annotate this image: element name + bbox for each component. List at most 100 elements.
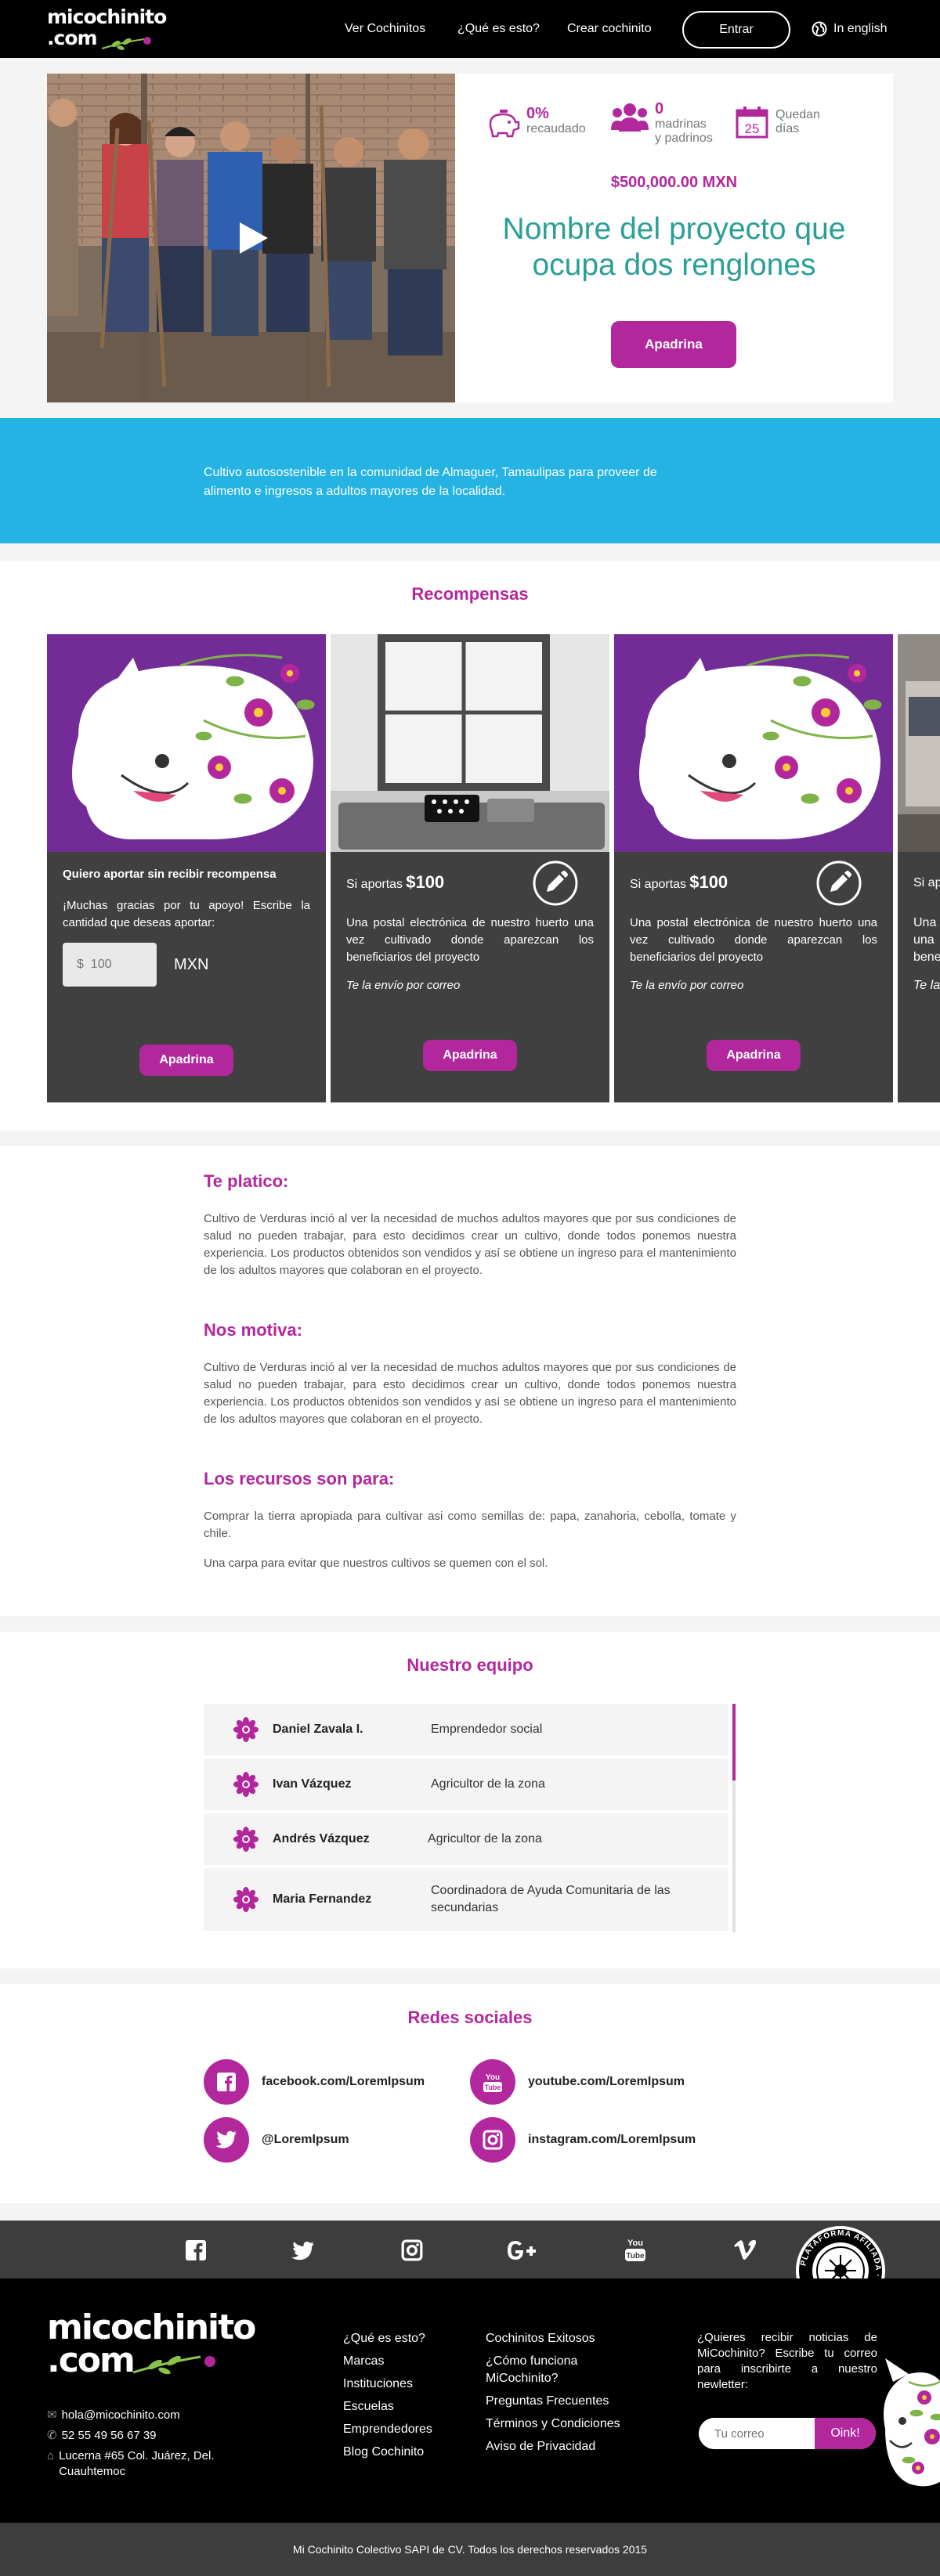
nav-link-label[interactable]: ¿Qué es esto?	[457, 22, 540, 36]
raised-label: recaudado	[526, 122, 586, 135]
vimeo-icon[interactable]	[733, 2239, 757, 2261]
team-member-name: Ivan Vázquez	[273, 1777, 352, 1791]
footer-links-col2: Cochinitos Exitosos ¿Cómo funciona MiCoc…	[486, 2327, 642, 2458]
instagram-link[interactable]: instagram.com/LoremIpsum	[470, 2117, 696, 2163]
google-plus-icon[interactable]	[506, 2239, 540, 2261]
twitter-icon[interactable]	[291, 2241, 315, 2261]
nav-link-label[interactable]: Ver Cochinitos	[345, 22, 425, 36]
reward-sponsor-button[interactable]: Apadrina	[423, 1040, 517, 1071]
nav-ver-cochinitos[interactable]: Ver Cochinitos	[345, 0, 425, 58]
location-pin-icon: ⌂	[47, 2449, 55, 2462]
reward-sponsor-button[interactable]: Apadrina	[139, 1044, 233, 1076]
footer-link[interactable]: Términos y Condiciones	[486, 2417, 620, 2430]
svg-text:You: You	[627, 2239, 643, 2248]
project-name-line1: Nombre del proyecto que	[502, 212, 846, 246]
mail-icon: ✉	[47, 2408, 57, 2422]
footer-link[interactable]: Marcas	[343, 2354, 384, 2368]
reward-sponsor-button[interactable]: Apadrina	[707, 1040, 801, 1071]
reward-card-text: bene	[913, 951, 940, 964]
copyright-bar: Mi Cochinito Colectivo SAPI de CV. Todos…	[0, 2523, 940, 2576]
language-switch[interactable]: In english	[812, 0, 888, 58]
project-video-thumbnail[interactable]	[47, 74, 455, 402]
days-left-value: 25	[745, 121, 760, 136]
reward-delivery: Te la envío por correo	[630, 979, 744, 992]
facebook-icon[interactable]	[185, 2239, 207, 2261]
rewards-title: Recompensas	[411, 584, 529, 604]
reward-delivery: Te la	[913, 979, 940, 992]
stat-days-left: 25 Quedan días	[735, 105, 820, 139]
top-navbar: micochinito .com Ver Cochinitos ¿Qué es …	[0, 0, 940, 58]
newsletter-email-input[interactable]	[699, 2418, 816, 2449]
twitter-link[interactable]: @LoremIpsum	[204, 2117, 349, 2163]
amount-input[interactable]	[63, 943, 157, 987]
footer-link[interactable]: Emprendedores	[343, 2423, 432, 2436]
reward-amount-label: Si aportas	[630, 877, 687, 891]
footer-link[interactable]: Preguntas Frecuentes	[486, 2394, 609, 2408]
reward-amount: $100	[406, 871, 445, 892]
project-summary-band: Cultivo autosostenible en la comunidad d…	[0, 418, 940, 543]
hero-sponsor-button[interactable]: Apadrina	[611, 321, 736, 368]
nav-que-es-esto[interactable]: ¿Qué es esto?	[457, 0, 540, 58]
newsletter-form: Oink!	[699, 2418, 876, 2449]
footer: micochinito .com ✉ hola@micochinito.com ✆…	[0, 2278, 940, 2523]
reward-card-text: ¡Muchas gracias por tu apoyo! Escribe la…	[63, 899, 310, 929]
reward-card-partial[interactable]: Si ap Una una bene Te la	[898, 634, 940, 1102]
footer-link[interactable]: Escuelas	[343, 2400, 394, 2413]
newsletter-text: ¿Quieres recibir noticias de MiCochinito…	[697, 2331, 877, 2391]
reward-card-text: Una postal electrónica de nuestro huerto…	[630, 916, 877, 964]
reward-delivery: Te la envío por correo	[346, 979, 461, 992]
footer-phone: ✆ 52 55 49 56 67 39	[47, 2426, 266, 2446]
footer-email[interactable]: ✉ hola@micochinito.com	[47, 2405, 266, 2426]
reward-card-text: Una postal electrónica de nuestro huerto…	[346, 916, 594, 964]
footer-link[interactable]: Instituciones	[343, 2377, 413, 2390]
svg-text:Tube: Tube	[626, 2252, 645, 2260]
footer-link[interactable]: ¿Cómo funciona MiCochinito?	[486, 2354, 577, 2385]
nav-crear-cochinito[interactable]: Crear cochinito	[567, 0, 652, 58]
nav-link-label[interactable]: Crear cochinito	[567, 22, 652, 36]
team-scrollbar[interactable]	[732, 1704, 736, 1780]
site-logo[interactable]: micochinito .com	[47, 6, 167, 50]
footer-link[interactable]: Blog Cochinito	[343, 2445, 424, 2459]
sponsors-label-2: y padrinos	[655, 132, 713, 145]
edit-pencil-icon[interactable]	[533, 860, 578, 906]
edit-pencil-icon[interactable]	[816, 860, 862, 906]
summary-line2: alimento e ingresos a adultos mayores de…	[204, 485, 506, 498]
reward-card-text: Una	[913, 916, 937, 929]
svg-text:Tube: Tube	[485, 2084, 501, 2091]
pig-illustration	[614, 634, 893, 852]
globe-icon	[812, 21, 827, 37]
team-member-role: Agricultor de la zona	[428, 1832, 542, 1845]
footer-logo[interactable]: micochinito .com	[47, 2307, 256, 2378]
project-name-line2: ocupa dos renglones	[532, 248, 816, 282]
raised-percent: 0%	[526, 105, 549, 122]
group-icon	[611, 103, 649, 132]
twitter-label: @LoremIpsum	[262, 2133, 349, 2146]
language-label: In english	[833, 22, 888, 35]
logo-sprout-icon	[132, 2355, 215, 2375]
logo-sprout-icon	[101, 37, 151, 50]
project-hero-card: 0% recaudado 0 madrinas y padrinos 25 Qu…	[47, 74, 893, 402]
summary-line1: Cultivo autosostenible en la comunidad d…	[204, 466, 657, 479]
pig-mascot-illustration	[884, 2358, 940, 2487]
youtube-icon[interactable]: You Tube	[624, 2236, 647, 2263]
truck-photo	[898, 634, 940, 852]
flower-icon	[233, 1772, 258, 1797]
youtube-link[interactable]: You Tube youtube.com/LoremIpsum	[470, 2059, 685, 2105]
instagram-icon	[470, 2117, 515, 2163]
login-button[interactable]: Entrar	[682, 11, 790, 49]
footer-link[interactable]: ¿Qué es esto?	[343, 2332, 425, 2345]
team-member-role: Emprendedor social	[431, 1723, 543, 1736]
footer-link[interactable]: Cochinitos Exitosos	[486, 2332, 595, 2345]
project-name: Nombre del proyecto que ocupa dos renglo…	[455, 211, 893, 283]
footer-link[interactable]: Aviso de Privacidad	[486, 2440, 595, 2453]
reward-amount: $100	[689, 871, 728, 892]
sponsors-label-1: madrinas	[655, 117, 707, 131]
instagram-icon[interactable]	[401, 2239, 423, 2261]
facebook-link[interactable]: facebook.com/LoremIpsum	[204, 2059, 425, 2105]
flower-icon	[233, 1827, 258, 1852]
play-icon[interactable]	[233, 219, 271, 257]
footer-address: ⌂ Lucerna #65 Col. Juárez, Del. Cuauhtemo…	[47, 2446, 266, 2480]
youtube-icon: You Tube	[470, 2059, 515, 2105]
footer-logo-line1: micochinito	[47, 2307, 256, 2347]
calendar-icon: 25	[736, 106, 768, 139]
